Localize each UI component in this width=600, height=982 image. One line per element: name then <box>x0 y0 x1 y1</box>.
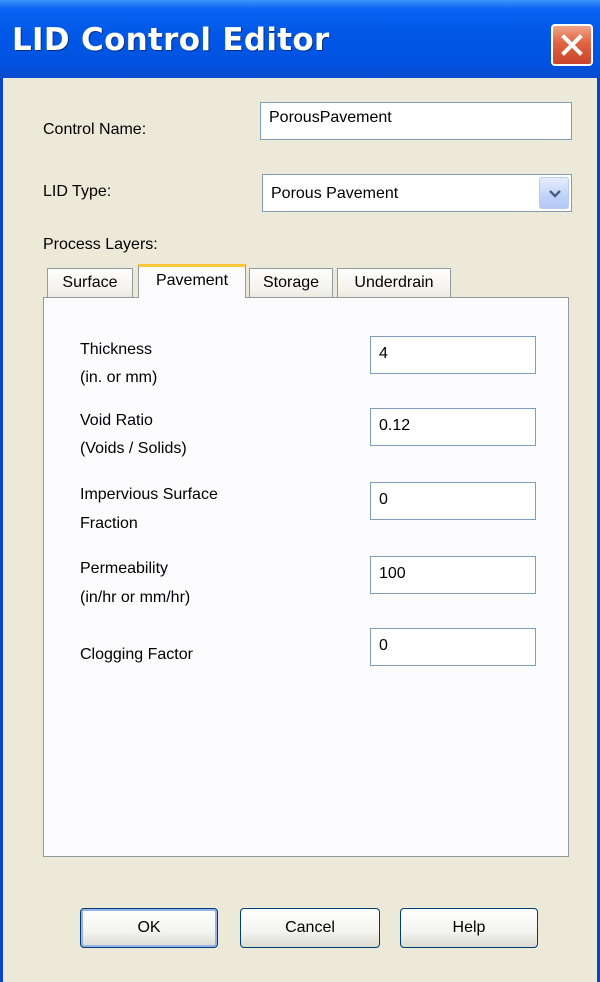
clogging-factor-input[interactable]: 0 <box>370 628 536 666</box>
lid-type-label: LID Type: <box>43 183 112 200</box>
lid-type-select[interactable]: Porous Pavement <box>262 174 572 212</box>
void-ratio-input[interactable]: 0.12 <box>370 408 536 446</box>
tab-storage[interactable]: Storage <box>249 268 333 298</box>
close-icon <box>561 34 583 56</box>
impervious-surface-label: Impervious Surface <box>80 486 218 503</box>
chevron-down-icon <box>549 190 561 198</box>
tab-surface[interactable]: Surface <box>47 268 133 298</box>
thickness-input[interactable]: 4 <box>370 336 536 374</box>
impervious-surface-fraction-input[interactable]: 0 <box>370 482 536 520</box>
lid-type-dropdown-button[interactable] <box>539 177 569 209</box>
thickness-label: Thickness <box>80 341 153 358</box>
lid-type-selected-value: Porous Pavement <box>271 185 399 202</box>
void-ratio-label: Void Ratio <box>80 412 153 429</box>
title-bar[interactable]: LID Control Editor <box>0 0 600 78</box>
permeability-units-label: (in/hr or mm/hr) <box>80 589 191 606</box>
void-ratio-units-label: (Voids / Solids) <box>80 440 187 457</box>
process-layers-label: Process Layers: <box>43 236 158 253</box>
help-button[interactable]: Help <box>400 908 538 948</box>
impervious-fraction-label: Fraction <box>80 515 138 532</box>
cancel-button[interactable]: Cancel <box>240 908 380 948</box>
control-name-label: Control Name: <box>43 121 147 138</box>
clogging-factor-label: Clogging Factor <box>80 646 193 663</box>
close-button[interactable] <box>551 24 593 66</box>
permeability-label: Permeability <box>80 560 169 577</box>
tab-pavement[interactable]: Pavement <box>138 264 246 298</box>
permeability-input[interactable]: 100 <box>370 556 536 594</box>
control-name-input[interactable]: PorousPavement <box>260 102 572 140</box>
thickness-units-label: (in. or mm) <box>80 369 158 386</box>
tab-underdrain[interactable]: Underdrain <box>337 268 451 298</box>
window-title: LID Control Editor <box>12 22 330 58</box>
ok-button[interactable]: OK <box>80 908 218 948</box>
